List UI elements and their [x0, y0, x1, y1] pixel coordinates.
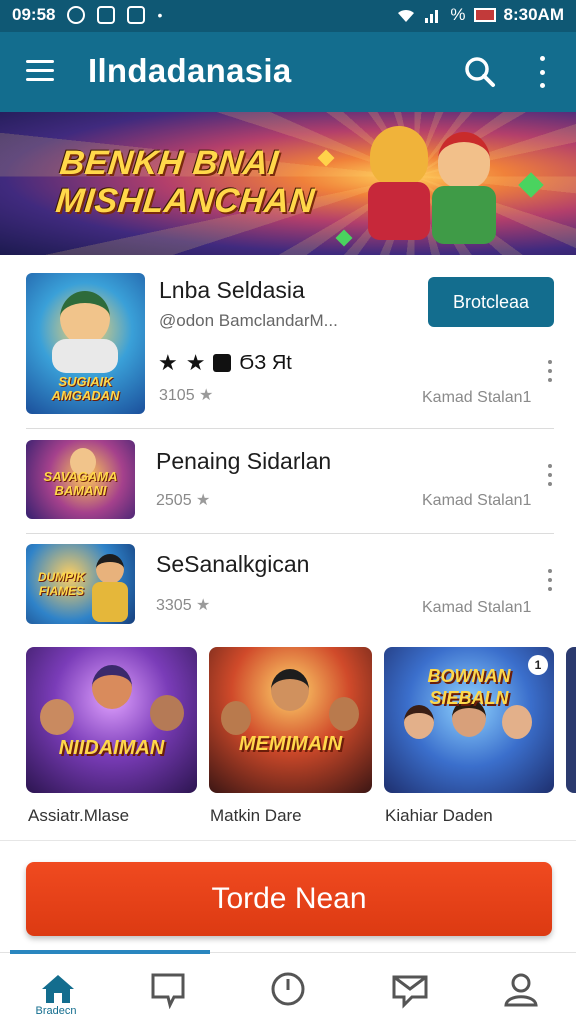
thumbnail-art-text: DUMPIK FIAMES [37, 570, 86, 598]
card-character [502, 705, 532, 739]
app-rating-count: 3305 ★ [156, 595, 210, 615]
status-time: 09:58 [12, 5, 56, 24]
star-icon: ★ [158, 350, 178, 375]
thumbnail-character-body [92, 582, 128, 622]
card-art-text: NIIDAIMAN [58, 737, 165, 759]
banner-title-line2: MISHLANCHAN [54, 182, 317, 220]
thumbnail-art-text: SUGIAIK AMGADAN [51, 374, 120, 403]
clock-icon[interactable] [268, 969, 308, 1009]
more-options-icon[interactable] [547, 569, 553, 591]
star-icon: ★ [199, 387, 214, 404]
app-title: Penaing Sidarlan [156, 448, 332, 474]
more-options-icon[interactable] [532, 56, 552, 88]
hamburger-menu-icon[interactable] [26, 60, 54, 82]
card-art-text: BOWNAN SIEBALN [427, 666, 511, 708]
app-category: Kamad Stalan1 [422, 599, 532, 616]
banner-character-right-body [432, 186, 496, 244]
banner-character-right [438, 132, 490, 188]
card-label: Matkin Dare [210, 806, 302, 825]
rating-text: ϬЗ Яt [239, 351, 292, 374]
app-title: Ilndadanasia [88, 52, 292, 89]
rating-value: 2505 [156, 492, 192, 509]
card-character [329, 697, 359, 731]
featured-banner[interactable]: BENKH BNAI MISHLANCHAN [0, 112, 576, 255]
game-card[interactable]: MEMIMAIN [209, 647, 372, 793]
primary-action-button[interactable]: Torde Nean [26, 862, 552, 936]
app-category: Kamad Stalan1 [422, 492, 532, 509]
signal-icon [425, 10, 439, 23]
card-character [404, 705, 434, 739]
bottom-navigation: Bradecn [0, 950, 576, 1025]
app-rating-count: 2505 ★ [156, 490, 210, 510]
app-category: Kamad Stalan1 [422, 389, 532, 406]
home-icon[interactable] [38, 969, 78, 1009]
app-thumbnail: DUMPIK FIAMES [26, 544, 135, 624]
card-label: Kiahiar Daden [385, 806, 493, 825]
card-character [150, 695, 184, 731]
battery-icon [473, 8, 496, 22]
banner-title: BENKH BNAI MISHLANCHAN [54, 144, 321, 220]
rating-stars: ★ ★ ϬЗ Яt [158, 350, 292, 376]
app-thumbnail: SAVAGAMA BAMANI [26, 440, 135, 519]
list-item[interactable]: DUMPIK FIAMES SeSanalkgican 3305 ★ Kamad… [26, 533, 554, 634]
app-thumbnail: SUGIAIK AMGADAN [26, 273, 145, 414]
profile-icon[interactable] [501, 969, 541, 1009]
nav-active-indicator [10, 950, 210, 954]
game-card-partial[interactable] [566, 647, 576, 793]
more-options-icon[interactable] [547, 464, 553, 486]
section-divider [0, 840, 576, 841]
badge-icon [213, 354, 232, 372]
thumbnail-character [60, 291, 110, 345]
banner-title-line1: BENKH BNAI [58, 144, 281, 182]
install-button[interactable]: Brotcleaa [428, 277, 554, 327]
card-label: Assiatr.Mlase [28, 806, 130, 825]
search-icon[interactable] [464, 56, 496, 88]
star-icon: ★ [185, 350, 206, 375]
card-character [271, 669, 309, 711]
star-icon: ★ [196, 492, 211, 509]
card-badge: 1 [528, 655, 548, 675]
star-icon: ★ [196, 597, 211, 614]
card-art-text: MEMIMAIN [238, 733, 343, 755]
app-title: SeSanalkgican [156, 551, 310, 577]
more-options-icon[interactable] [547, 360, 553, 382]
nav-label-home: Bradecn [35, 1005, 77, 1017]
list-item[interactable]: SAVAGAMA BAMANI Penaing Sidarlan 2505 ★ … [26, 428, 554, 534]
status-clock: 8:30AM [503, 5, 564, 24]
battery-percent: % [450, 5, 466, 24]
app-rating-count: 3105 ★ [159, 385, 213, 405]
app-bar: Ilndadanasia [0, 32, 576, 112]
rating-value: 3305 [156, 597, 192, 614]
card-character [92, 665, 132, 709]
overflow-dot-icon: • [157, 7, 163, 23]
mail-icon[interactable] [390, 969, 430, 1009]
status-bar: 09:58 • % 8:30AM [0, 0, 576, 32]
wifi-icon [398, 9, 415, 22]
chat-bubble-icon[interactable] [148, 969, 188, 1009]
card-character [40, 699, 74, 735]
thumbnail-character-body [52, 339, 118, 373]
app-notification-icon [97, 6, 116, 24]
app-title: Lnba Seldasia [159, 277, 305, 303]
game-card[interactable]: BOWNAN SIEBALN 1 [384, 647, 554, 793]
game-card[interactable]: NIIDAIMAN [26, 647, 197, 793]
banner-character-left [370, 126, 428, 186]
banner-character-left-body [368, 182, 430, 240]
card-character [221, 701, 251, 735]
rating-value: 3105 [159, 387, 195, 404]
app-developer: @odon BamclandarM... [159, 311, 338, 330]
message-notification-icon [127, 6, 146, 24]
record-icon [67, 6, 86, 24]
thumbnail-character [96, 554, 124, 584]
thumbnail-art-text: SAVAGAMA BAMANI [43, 469, 118, 498]
